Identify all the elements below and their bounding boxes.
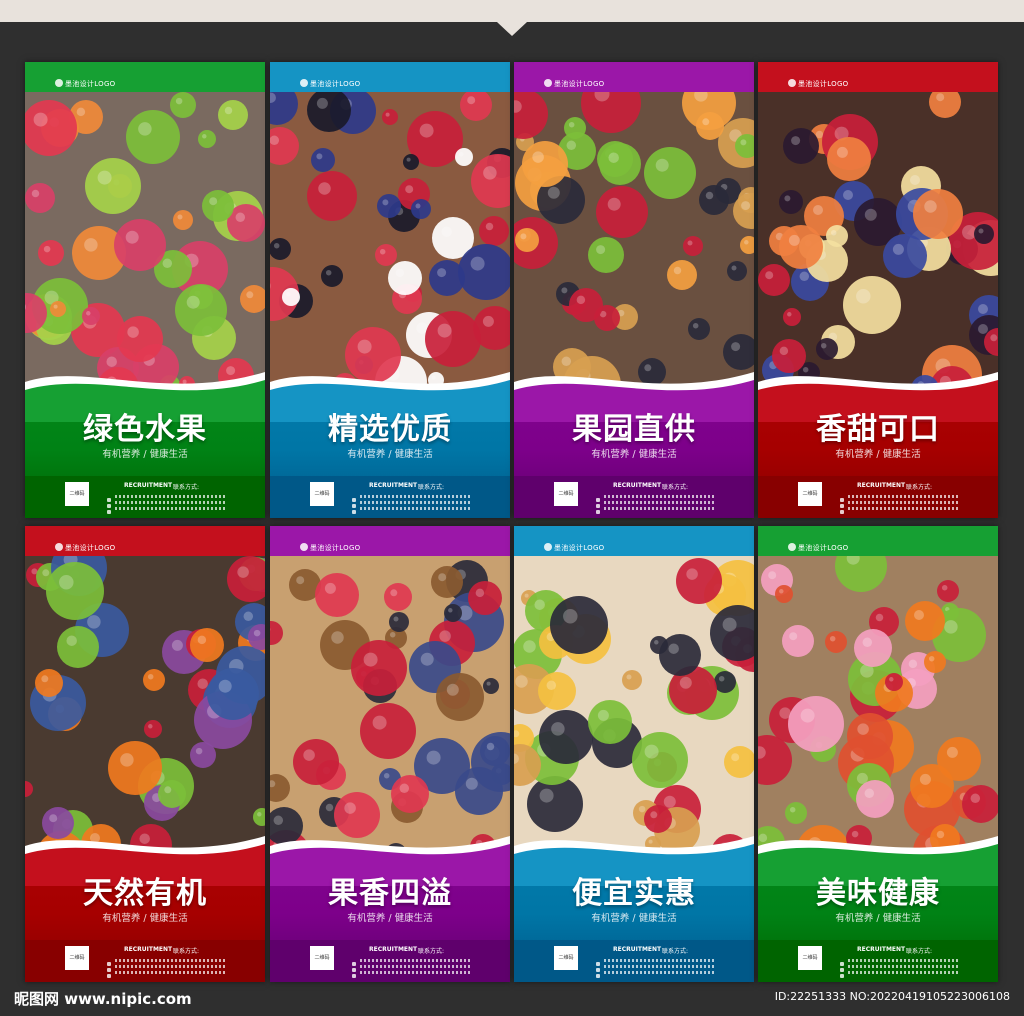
recruitment-label: RECRUITMENT: [613, 482, 662, 489]
poster-footer: 二维码 RECRUITMENT 联系方式:: [25, 476, 265, 518]
qr-code-icon: 二维码: [310, 482, 334, 506]
fruit-photo: [270, 556, 510, 856]
contact-lines: [840, 492, 980, 514]
poster-logo: 墨池设计LOGO: [300, 79, 361, 89]
poster-subtitle: 有机营养 / 健康生活: [347, 913, 433, 924]
contact-lines: [352, 956, 492, 978]
poster-subtitle: 有机营养 / 健康生活: [347, 449, 433, 460]
poster-title: 果园直供: [572, 412, 696, 447]
poster-title: 天然有机: [83, 876, 207, 911]
poster-logo: 墨池设计LOGO: [300, 543, 361, 553]
poster-footer: 二维码 RECRUITMENT 联系方式:: [270, 476, 510, 518]
qr-code-icon: 二维码: [65, 946, 89, 970]
poster-footer: 二维码 RECRUITMENT 联系方式:: [758, 476, 998, 518]
fruit-photo: [25, 556, 265, 856]
poster-subtitle: 有机营养 / 健康生活: [591, 449, 677, 460]
poster-subtitle: 有机营养 / 健康生活: [102, 913, 188, 924]
fruit-photo: [514, 92, 754, 392]
poster-title: 美味健康: [816, 876, 940, 911]
fruit-photo: [514, 556, 754, 856]
contact-label: 联系方式:: [418, 484, 445, 491]
poster-footer: 二维码 RECRUITMENT 联系方式:: [758, 940, 998, 982]
contact-label: 联系方式:: [173, 948, 200, 955]
poster-1: 墨池设计LOGO 绿色水果 有机营养 / 健康生活 二维码 RECRUITMEN…: [25, 62, 265, 518]
poster-logo: 墨池设计LOGO: [544, 543, 605, 553]
recruitment-label: RECRUITMENT: [369, 946, 418, 953]
poster-8: 墨池设计LOGO 美味健康 有机营养 / 健康生活 二维码 RECRUITMEN…: [758, 526, 998, 982]
poster-logo: 墨池设计LOGO: [55, 543, 116, 553]
poster-title: 便宜实惠: [572, 876, 696, 911]
contact-label: 联系方式:: [418, 948, 445, 955]
contact-label: 联系方式:: [906, 484, 933, 491]
contact-lines: [107, 492, 247, 514]
contact-label: 联系方式:: [662, 484, 689, 491]
qr-code-icon: 二维码: [65, 482, 89, 506]
recruitment-label: RECRUITMENT: [857, 482, 906, 489]
poster-footer: 二维码 RECRUITMENT 联系方式:: [25, 940, 265, 982]
contact-lines: [596, 492, 736, 514]
poster-footer: 二维码 RECRUITMENT 联系方式:: [270, 940, 510, 982]
qr-code-icon: 二维码: [554, 946, 578, 970]
contact-label: 联系方式:: [662, 948, 689, 955]
fruit-photo: [270, 92, 510, 392]
qr-code-icon: 二维码: [554, 482, 578, 506]
poster-6: 墨池设计LOGO 果香四溢 有机营养 / 健康生活 二维码 RECRUITMEN…: [270, 526, 510, 982]
recruitment-label: RECRUITMENT: [124, 946, 173, 953]
poster-title: 果香四溢: [328, 876, 452, 911]
poster-7: 墨池设计LOGO 便宜实惠 有机营养 / 健康生活 二维码 RECRUITMEN…: [514, 526, 754, 982]
poster-3: 墨池设计LOGO 果园直供 有机营养 / 健康生活 二维码 RECRUITMEN…: [514, 62, 754, 518]
contact-label: 联系方式:: [906, 948, 933, 955]
poster-subtitle: 有机营养 / 健康生活: [102, 449, 188, 460]
recruitment-label: RECRUITMENT: [124, 482, 173, 489]
contact-label: 联系方式:: [173, 484, 200, 491]
recruitment-label: RECRUITMENT: [857, 946, 906, 953]
contact-lines: [596, 956, 736, 978]
top-notch: [497, 22, 527, 36]
fruit-photo: [25, 92, 265, 392]
poster-footer: 二维码 RECRUITMENT 联系方式:: [514, 476, 754, 518]
poster-logo: 墨池设计LOGO: [788, 543, 849, 553]
fruit-photo: [758, 92, 998, 392]
fruit-photo: [758, 556, 998, 856]
poster-logo: 墨池设计LOGO: [544, 79, 605, 89]
contact-lines: [352, 492, 492, 514]
poster-title: 香甜可口: [816, 412, 940, 447]
qr-code-icon: 二维码: [310, 946, 334, 970]
contact-lines: [840, 956, 980, 978]
contact-lines: [107, 956, 247, 978]
recruitment-label: RECRUITMENT: [369, 482, 418, 489]
watermark-id: ID:22251333 NO:20220419105223006108: [774, 990, 1010, 1003]
poster-title: 绿色水果: [83, 412, 207, 447]
poster-subtitle: 有机营养 / 健康生活: [835, 913, 921, 924]
top-bar: [0, 0, 1024, 22]
recruitment-label: RECRUITMENT: [613, 946, 662, 953]
poster-2: 墨池设计LOGO 精选优质 有机营养 / 健康生活 二维码 RECRUITMEN…: [270, 62, 510, 518]
watermark-site: 昵图网 www.nipic.com: [14, 990, 192, 1008]
poster-footer: 二维码 RECRUITMENT 联系方式:: [514, 940, 754, 982]
poster-logo: 墨池设计LOGO: [788, 79, 849, 89]
poster-5: 墨池设计LOGO 天然有机 有机营养 / 健康生活 二维码 RECRUITMEN…: [25, 526, 265, 982]
poster-title: 精选优质: [328, 412, 452, 447]
poster-subtitle: 有机营养 / 健康生活: [835, 449, 921, 460]
poster-4: 墨池设计LOGO 香甜可口 有机营养 / 健康生活 二维码 RECRUITMEN…: [758, 62, 998, 518]
poster-subtitle: 有机营养 / 健康生活: [591, 913, 677, 924]
poster-logo: 墨池设计LOGO: [55, 79, 116, 89]
qr-code-icon: 二维码: [798, 946, 822, 970]
qr-code-icon: 二维码: [798, 482, 822, 506]
